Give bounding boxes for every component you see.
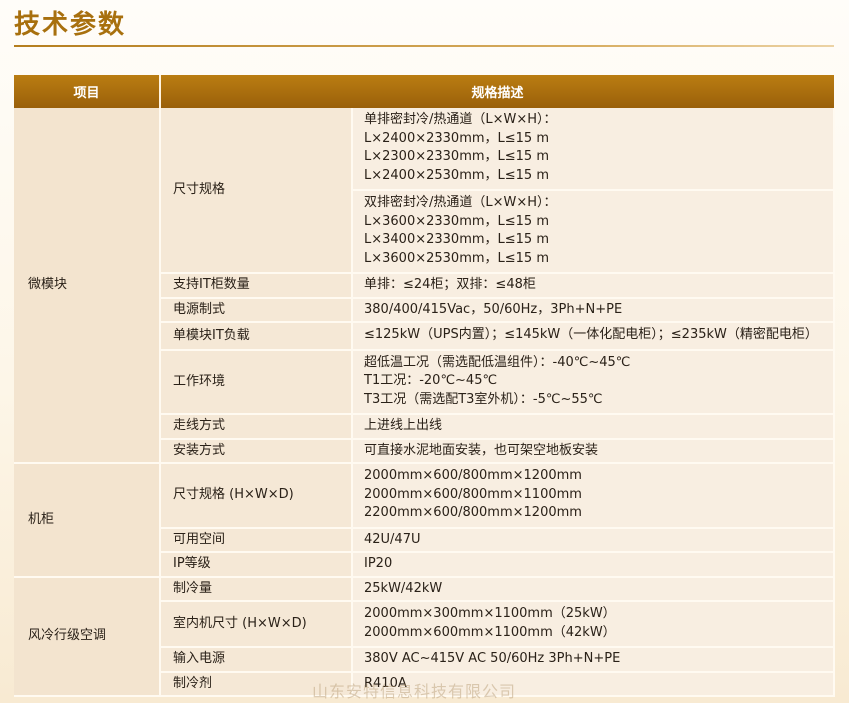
value-cell: 单排：≤24柜；双排：≤48柜 <box>352 273 836 299</box>
item-cell: 可用空间 <box>160 527 353 553</box>
title-divider <box>14 45 834 47</box>
value-cell: 25kW/42kW <box>352 576 836 602</box>
value-line: 2000mm×600/800mm×1100mm <box>364 486 582 502</box>
table-row: 微模块 尺寸规格 单排密封冷/热通道（L×W×H）： L×2400×2330mm… <box>14 108 836 464</box>
value-cell: IP20 <box>352 552 836 578</box>
category-cell: 机柜 <box>14 463 161 578</box>
value-line: 2000mm×600/800mm×1200mm <box>364 468 582 483</box>
value-line: 单排密封冷/热通道（L×W×H）： <box>364 112 557 127</box>
value-cell: 单排密封冷/热通道（L×W×H）： L×2400×2330mm，L≤15 m L… <box>352 108 836 191</box>
item-cell: 尺寸规格 <box>160 108 353 274</box>
header-spec: 规格描述 <box>160 75 835 108</box>
value-line: L×2400×2330mm，L≤15 m <box>364 130 549 146</box>
value-line: L×2300×2330mm，L≤15 m <box>364 149 549 164</box>
table-row: 机柜 尺寸规格 (H×W×D) 2000mm×600/800mm×1200mm … <box>14 463 836 578</box>
value-line: 超低温工况（需选配低温组件）：-40℃~45℃ <box>364 354 631 370</box>
value-cell: 双排密封冷/热通道（L×W×H）： L×3600×2330mm，L≤15 m L… <box>352 190 836 274</box>
value-cell: 380V AC~415V AC 50/60Hz 3Ph+N+PE <box>352 647 836 673</box>
value-line: L×3400×2330mm，L≤15 m <box>364 232 549 247</box>
value-line: T3工况（需选配T3室外机）：-5℃~55℃ <box>364 391 603 407</box>
table-row: 风冷行级空调 制冷量 25kW/42kW <box>14 576 836 697</box>
value-cell: ≤125kW（UPS内置）；≤145kW（一体化配电柜）；≤235kW（精密配电… <box>352 322 836 351</box>
value-cell: 42U/47U <box>352 527 836 553</box>
watermark: 山东安特信息科技有限公司 <box>312 682 517 701</box>
value-cell: 380/400/415Vac，50/60Hz，3Ph+N+PE <box>352 297 836 323</box>
value-line: L×3600×2330mm，L≤15 m <box>364 213 549 229</box>
item-cell: 尺寸规格 (H×W×D) <box>160 463 353 529</box>
category-cell: 风冷行级空调 <box>14 576 161 697</box>
item-cell: 工作环境 <box>160 349 353 415</box>
header-item: 项目 <box>14 75 161 108</box>
value-line: L×2400×2530mm，L≤15 m <box>364 167 549 183</box>
value-line: 2200mm×600/800mm×1200mm <box>364 505 582 520</box>
item-cell: 单模块IT负载 <box>160 322 353 351</box>
value-cell: 2000mm×600/800mm×1200mm 2000mm×600/800mm… <box>352 463 836 529</box>
value-cell: 可直接水泥地面安装，也可架空地板安装 <box>352 438 836 464</box>
value-line: 双排密封冷/热通道（L×W×H）： <box>364 195 557 210</box>
value-cell: 超低温工况（需选配低温组件）：-40℃~45℃ T1工况：-20℃~45℃ T3… <box>352 349 836 415</box>
item-cell: 室内机尺寸 (H×W×D) <box>160 601 353 648</box>
value-line: T1工况：-20℃~45℃ <box>364 373 498 388</box>
item-cell: 安装方式 <box>160 438 353 464</box>
item-cell: 输入电源 <box>160 647 353 673</box>
value-cell: 2000mm×300mm×1100mm（25kW） 2000mm×600mm×1… <box>352 601 836 648</box>
category-cell: 微模块 <box>14 108 161 464</box>
item-cell: 制冷量 <box>160 576 353 602</box>
item-cell: 支持IT柜数量 <box>160 273 353 299</box>
item-cell: 走线方式 <box>160 414 353 440</box>
table-header-row: 项目 规格描述 <box>14 75 835 108</box>
item-cell: IP等级 <box>160 552 353 578</box>
value-line: 2000mm×600mm×1100mm（42kW） <box>364 624 616 640</box>
item-cell: 电源制式 <box>160 297 353 323</box>
value-line: L×3600×2530mm，L≤15 m <box>364 250 549 266</box>
page-title: 技术参数 <box>14 10 127 40</box>
value-line: 2000mm×300mm×1100mm（25kW） <box>364 606 616 621</box>
value-cell: 上进线上出线 <box>352 414 836 440</box>
spec-table: 项目 规格描述 微模块 尺寸规格 单排密封冷/热通道（L×W×H）： L×240… <box>14 75 836 697</box>
